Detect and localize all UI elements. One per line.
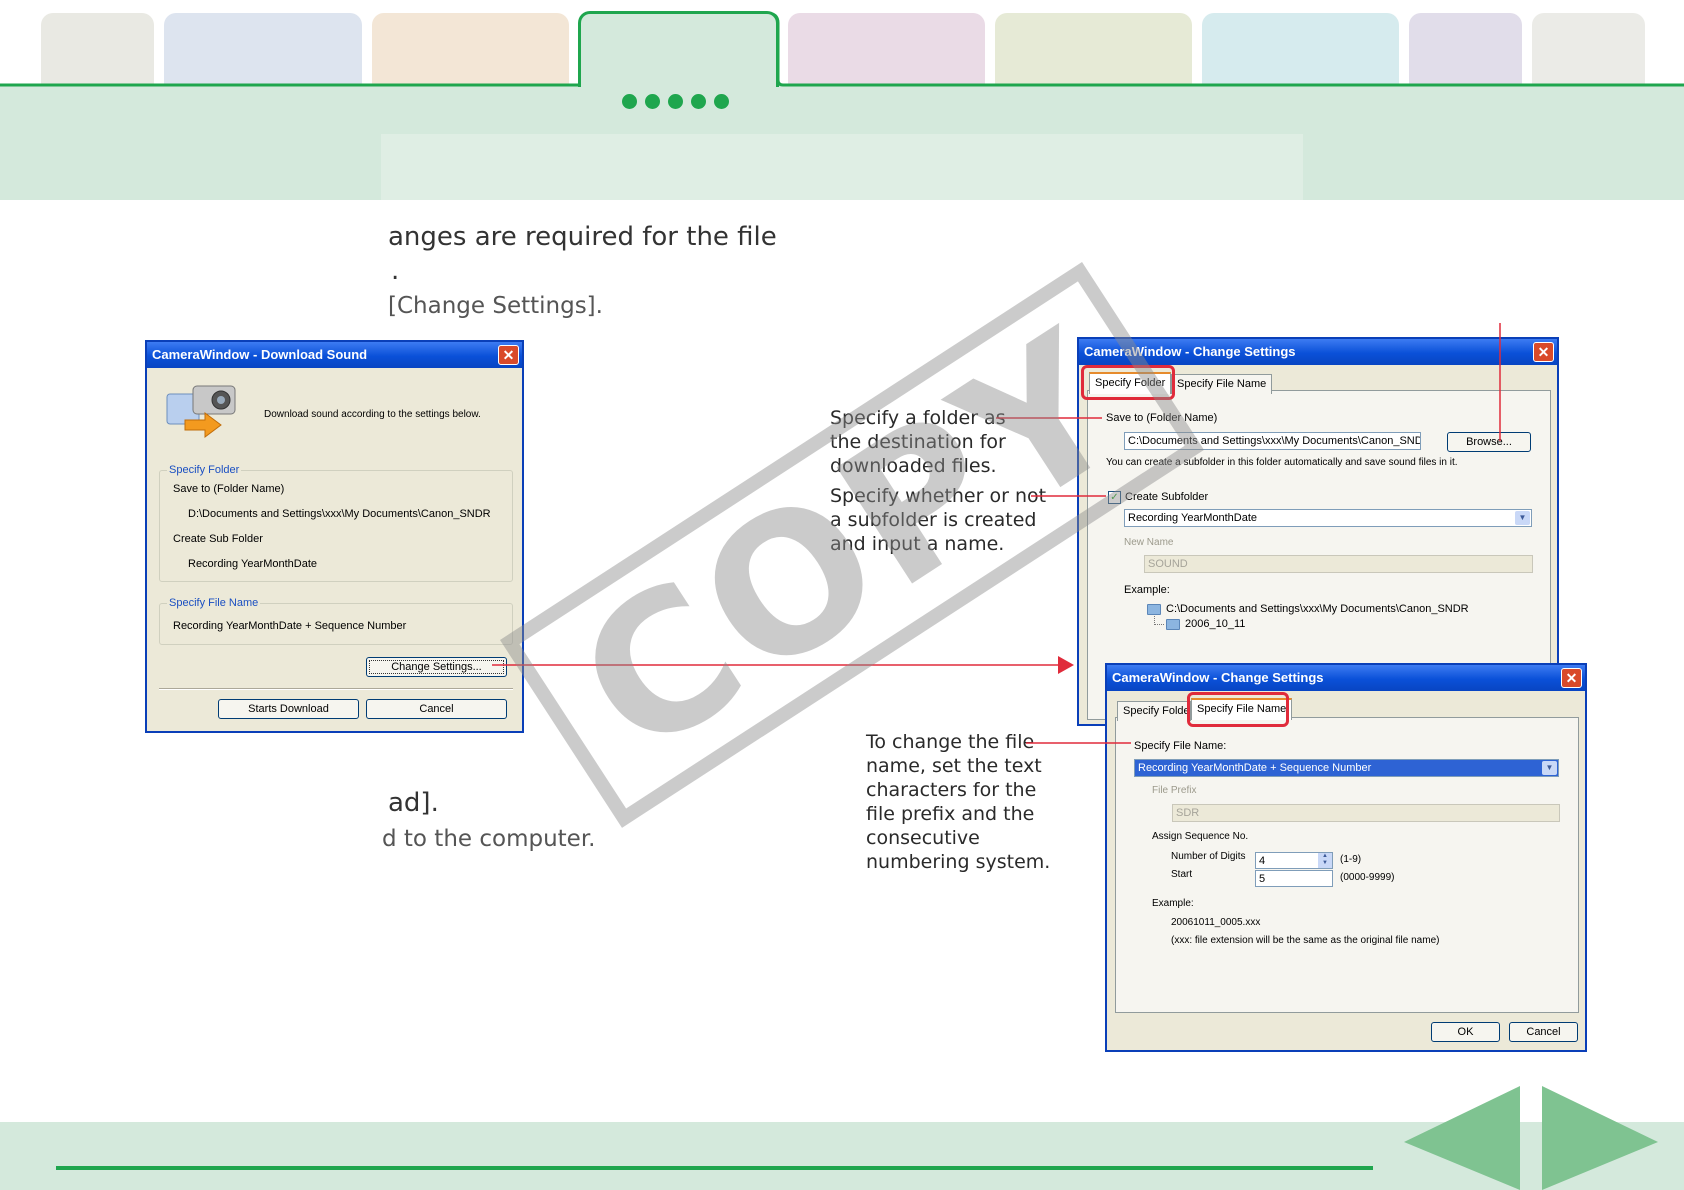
dialog-title: CameraWindow - Change Settings bbox=[1079, 339, 1557, 365]
tab-specify-folder[interactable]: Specify Folde bbox=[1117, 701, 1191, 721]
change-settings-filename-dialog: CameraWindow - Change Settings ✕ Specify… bbox=[1105, 663, 1587, 1052]
example-note: (xxx: file extension will be the same as… bbox=[1171, 935, 1440, 946]
start-label: Start bbox=[1171, 869, 1193, 880]
tab-specify-filename[interactable]: Specify File Name bbox=[1171, 374, 1273, 394]
chevron-down-icon[interactable]: ▼ bbox=[1542, 761, 1557, 775]
close-icon[interactable]: ✕ bbox=[1533, 342, 1554, 362]
start-field[interactable]: 5 bbox=[1255, 870, 1333, 887]
create-subfolder-checkbox[interactable]: ✓ bbox=[1108, 491, 1121, 504]
change-settings-button[interactable]: Change Settings... bbox=[366, 657, 507, 677]
assign-sequence-label: Assign Sequence No. bbox=[1152, 831, 1249, 842]
highlight-filename-tab bbox=[1187, 692, 1289, 727]
example-subfolder-text: 2006_10_11 bbox=[1185, 618, 1246, 630]
start-download-button[interactable]: Starts Download bbox=[218, 699, 359, 719]
digits-value: 4 bbox=[1259, 855, 1266, 867]
filename-selected-value: Recording YearMonthDate + Sequence Numbe… bbox=[1138, 762, 1372, 774]
page: { "header": { "tab_colors": ["#e9e9e3","… bbox=[0, 0, 1684, 1190]
start-range: (0000-9999) bbox=[1340, 872, 1395, 883]
example-path-text: C:\Documents and Settings\xxx\My Documen… bbox=[1166, 603, 1469, 615]
footer-rule bbox=[56, 1166, 1373, 1170]
subfolder-selected-value: Recording YearMonthDate bbox=[1128, 512, 1258, 524]
page-dot[interactable] bbox=[645, 94, 660, 109]
dialog-title: CameraWindow - Download Sound bbox=[147, 342, 522, 368]
example-subfolder: 2006_10_11 bbox=[1166, 618, 1245, 630]
chevron-down-icon[interactable]: ▼ bbox=[1515, 511, 1530, 525]
specify-filename-label: Specify File Name: bbox=[1134, 740, 1227, 752]
example-label: Example: bbox=[1152, 898, 1194, 909]
highlight-folder-tab bbox=[1081, 365, 1175, 400]
specify-filename-label: Specify File Name bbox=[167, 597, 261, 609]
cancel-button[interactable]: Cancel bbox=[366, 699, 507, 719]
page-dot[interactable] bbox=[691, 94, 706, 109]
camera-download-icon bbox=[166, 385, 236, 438]
annotation-filename: To change the file name, set the text ch… bbox=[866, 731, 1051, 873]
tree-connector bbox=[1154, 616, 1164, 625]
file-prefix-label: File Prefix bbox=[1152, 785, 1197, 796]
example-path: C:\Documents and Settings\xxx\My Documen… bbox=[1147, 603, 1469, 615]
folder-path-field[interactable]: C:\Documents and Settings\xxx\My Documen… bbox=[1124, 432, 1421, 450]
digits-label: Number of Digits bbox=[1171, 851, 1246, 862]
example-value: 20061011_0005.xxx bbox=[1171, 917, 1261, 928]
save-to-label: Save to (Folder Name) bbox=[1106, 412, 1218, 424]
folder-icon bbox=[1166, 618, 1180, 630]
annotation-folder: Specify a folder as the destination for … bbox=[830, 407, 1006, 477]
subfolder-value: Recording YearMonthDate bbox=[188, 558, 318, 570]
digits-range: (1-9) bbox=[1340, 854, 1362, 865]
browse-button[interactable]: Browse... bbox=[1447, 432, 1531, 452]
divider bbox=[159, 688, 513, 690]
new-name-field[interactable]: SOUND bbox=[1144, 555, 1533, 573]
tab-outline bbox=[0, 11, 1684, 87]
specify-folder-label: Specify Folder bbox=[167, 464, 242, 476]
body-line-2: . bbox=[391, 256, 400, 286]
body-line-3: [Change Settings]. bbox=[388, 293, 603, 319]
body-line-4: ad]. bbox=[388, 788, 439, 818]
dialog-title: CameraWindow - Change Settings bbox=[1107, 665, 1585, 691]
folder-icon bbox=[1147, 603, 1161, 615]
page-dot[interactable] bbox=[622, 94, 637, 109]
close-icon[interactable]: ✕ bbox=[498, 345, 519, 365]
page-dot[interactable] bbox=[714, 94, 729, 109]
page-dot[interactable] bbox=[668, 94, 683, 109]
chapter-tab-4-active[interactable] bbox=[578, 11, 779, 87]
file-prefix-field[interactable]: SDR bbox=[1172, 804, 1560, 822]
subfolder-hint: You can create a subfolder in this folde… bbox=[1106, 457, 1458, 468]
save-to-value: D:\Documents and Settings\xxx\My Documen… bbox=[188, 508, 491, 520]
close-icon[interactable]: ✕ bbox=[1561, 668, 1582, 688]
save-to-label: Save to (Folder Name) bbox=[173, 483, 285, 495]
body-line-1: anges are required for the file bbox=[388, 222, 777, 252]
filename-value: Recording YearMonthDate + Sequence Numbe… bbox=[173, 620, 407, 632]
body-line-5: d to the computer. bbox=[382, 826, 596, 852]
filename-format-select[interactable]: Recording YearMonthDate + Sequence Numbe… bbox=[1134, 759, 1559, 777]
create-subfolder-label: Create Subfolder bbox=[1125, 491, 1209, 503]
create-subfolder-label: Create Sub Folder bbox=[173, 533, 263, 545]
header bbox=[0, 0, 1684, 200]
digits-stepper[interactable]: 4 ▲ ▼ bbox=[1255, 852, 1333, 869]
stepper-arrows-icon[interactable]: ▲ ▼ bbox=[1318, 853, 1332, 868]
page-dots bbox=[622, 94, 729, 109]
example-label: Example: bbox=[1124, 584, 1170, 596]
arrow-head-icon bbox=[1058, 656, 1074, 674]
new-name-label: New Name bbox=[1124, 537, 1174, 548]
annotation-subfolder: Specify whether or not a subfolder is cr… bbox=[830, 485, 1047, 555]
intro-text: Download sound according to the settings… bbox=[264, 409, 481, 420]
ok-button[interactable]: OK bbox=[1431, 1022, 1500, 1042]
subfolder-select[interactable]: Recording YearMonthDate ▼ bbox=[1124, 509, 1532, 527]
header-title-area bbox=[381, 134, 1303, 200]
prev-page-arrow-icon[interactable] bbox=[1404, 1086, 1522, 1190]
next-page-arrow-icon[interactable] bbox=[1542, 1086, 1660, 1190]
cancel-button[interactable]: Cancel bbox=[1509, 1022, 1578, 1042]
download-sound-dialog: CameraWindow - Download Sound ✕ Download… bbox=[145, 340, 524, 733]
